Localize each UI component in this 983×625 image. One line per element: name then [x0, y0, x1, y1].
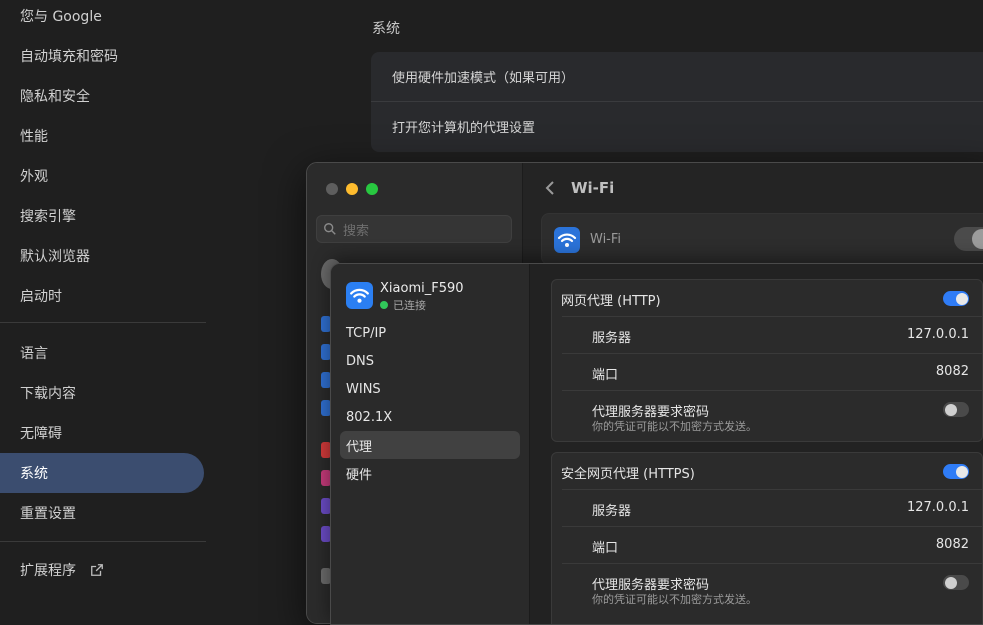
- nav-divider: [0, 541, 206, 542]
- nav-item-you-and-google[interactable]: 您与 Google: [0, 0, 204, 36]
- https-proxy-toggle[interactable]: [943, 464, 969, 479]
- row-divider: [562, 353, 982, 354]
- http-server-row: 服务器 127.0.0.1: [592, 327, 969, 346]
- hardware-acceleration-row[interactable]: 使用硬件加速模式（如果可用）: [371, 52, 983, 101]
- section-title: 系统: [372, 21, 400, 37]
- http-proxy-toggle[interactable]: [943, 291, 969, 306]
- http-port-row: 端口 8082: [592, 364, 969, 383]
- https-port-row: 端口 8082: [592, 537, 969, 556]
- nav-item-system[interactable]: 系统: [0, 453, 204, 493]
- http-port-value[interactable]: 8082: [936, 364, 969, 379]
- http-auth-toggle[interactable]: [943, 402, 969, 417]
- row-divider: [562, 526, 982, 527]
- network-name: Xiaomi_F590: [380, 281, 464, 296]
- wifi-toggle[interactable]: [954, 227, 983, 251]
- system-settings-card: 使用硬件加速模式（如果可用） 打开您计算机的代理设置: [371, 52, 983, 152]
- http-proxy-header: 网页代理 (HTTP): [552, 290, 982, 310]
- window-zoom-button[interactable]: [366, 183, 378, 195]
- network-detail-sheet: Xiaomi_F590 已连接 TCP/IP DNS WINS 802.1X 代…: [330, 263, 983, 625]
- tab-hardware[interactable]: 硬件: [340, 459, 520, 487]
- search-icon: [324, 223, 336, 235]
- tab-proxies[interactable]: 代理: [340, 431, 520, 459]
- nav-item-search-engine[interactable]: 搜索引擎: [0, 196, 204, 236]
- chrome-settings-sidebar: 您与 Google 自动填充和密码 隐私和安全 性能 外观 搜索引擎 默认浏览器…: [0, 0, 206, 605]
- window-minimize-button[interactable]: [346, 183, 358, 195]
- nav-item-downloads[interactable]: 下载内容: [0, 373, 204, 413]
- status-dot-icon: [380, 301, 388, 309]
- tab-tcpip[interactable]: TCP/IP: [340, 319, 520, 347]
- https-auth-toggle[interactable]: [943, 575, 969, 590]
- nav-item-extensions[interactable]: 扩展程序: [0, 550, 204, 590]
- https-proxy-header: 安全网页代理 (HTTPS): [552, 463, 982, 483]
- https-proxy-card: 安全网页代理 (HTTPS) 服务器 127.0.0.1 端口 8082 代理服…: [551, 452, 983, 624]
- nav-item-autofill[interactable]: 自动填充和密码: [0, 36, 204, 76]
- http-auth-row: 代理服务器要求密码 你的凭证可能以不加密方式发送。: [552, 401, 982, 437]
- search-placeholder: 搜索: [343, 223, 370, 239]
- nav-divider: [0, 322, 206, 323]
- nav-item-accessibility[interactable]: 无障碍: [0, 413, 204, 453]
- status-text: 已连接: [393, 299, 426, 312]
- https-server-row: 服务器 127.0.0.1: [592, 500, 969, 519]
- http-server-value[interactable]: 127.0.0.1: [907, 327, 969, 342]
- window-close-button[interactable]: [326, 183, 338, 195]
- chevron-left-icon[interactable]: [543, 179, 557, 197]
- http-proxy-card: 网页代理 (HTTP) 服务器 127.0.0.1 端口 8082 代理服务器要…: [551, 279, 983, 442]
- nav-item-reset-settings[interactable]: 重置设置: [0, 493, 204, 533]
- nav-item-performance[interactable]: 性能: [0, 116, 204, 156]
- https-server-value[interactable]: 127.0.0.1: [907, 500, 969, 515]
- tab-8021x[interactable]: 802.1X: [340, 403, 520, 431]
- proxy-settings: 网页代理 (HTTP) 服务器 127.0.0.1 端口 8082 代理服务器要…: [530, 264, 983, 624]
- network-status: 已连接: [380, 297, 426, 313]
- nav-item-on-startup[interactable]: 启动时: [0, 276, 204, 316]
- nav-item-languages[interactable]: 语言: [0, 333, 204, 373]
- sidebar-search-input[interactable]: 搜索: [316, 215, 512, 243]
- row-divider: [562, 316, 982, 317]
- row-divider: [562, 563, 982, 564]
- row-divider: [562, 489, 982, 490]
- nav-item-privacy[interactable]: 隐私和安全: [0, 76, 204, 116]
- https-port-value[interactable]: 8082: [936, 537, 969, 552]
- pane-title: Wi-Fi: [571, 179, 615, 197]
- wifi-icon: [346, 282, 373, 309]
- tab-dns[interactable]: DNS: [340, 347, 520, 375]
- wifi-row-label: Wi-Fi: [590, 232, 622, 247]
- tab-wins[interactable]: WINS: [340, 375, 520, 403]
- external-link-icon: [91, 564, 103, 576]
- wifi-icon: [554, 227, 580, 253]
- open-proxy-settings-row[interactable]: 打开您计算机的代理设置: [371, 102, 983, 151]
- wifi-toggle-row: Wi-Fi: [541, 213, 983, 265]
- nav-item-appearance[interactable]: 外观: [0, 156, 204, 196]
- nav-item-default-browser[interactable]: 默认浏览器: [0, 236, 204, 276]
- row-divider: [562, 390, 982, 391]
- network-detail-sidebar: Xiaomi_F590 已连接 TCP/IP DNS WINS 802.1X 代…: [331, 264, 530, 624]
